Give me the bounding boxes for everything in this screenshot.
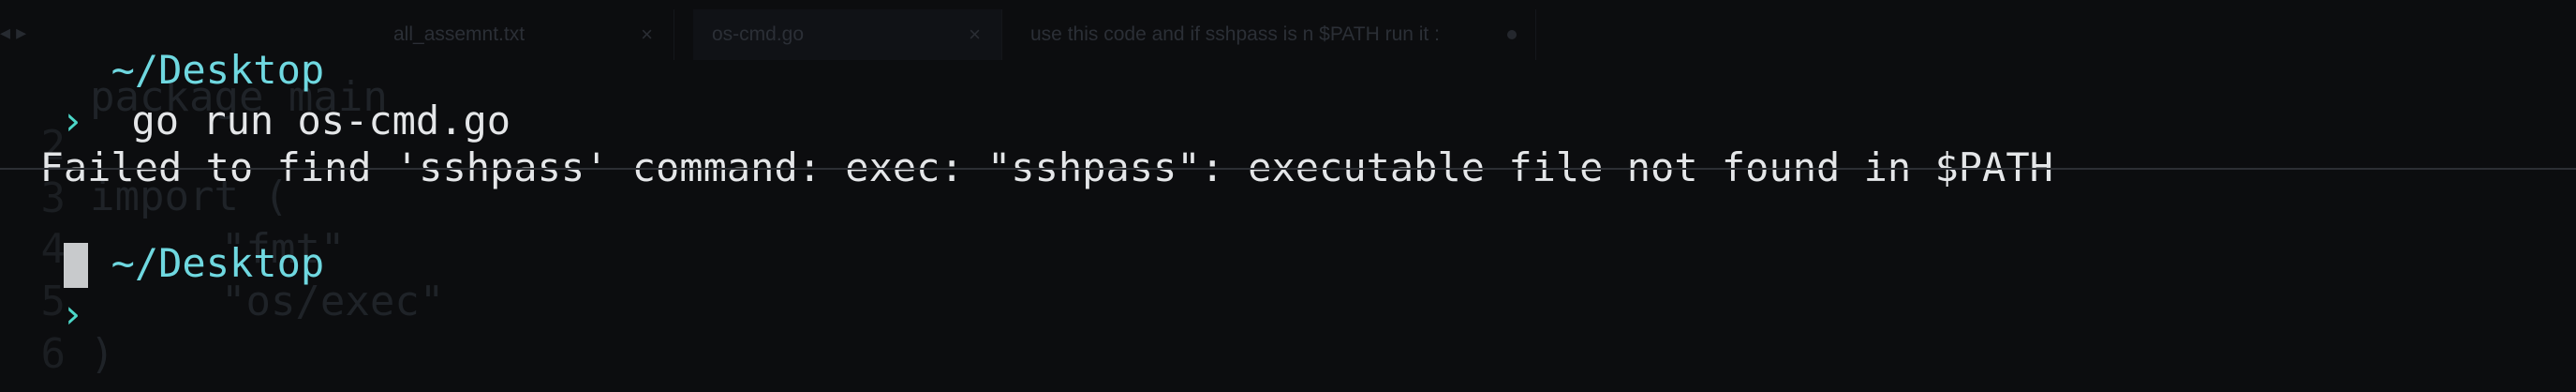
prompt-path-line: ~/Desktop: [64, 193, 325, 287]
close-icon: ×: [969, 23, 981, 46]
prompt-arrow-icon: ›: [60, 291, 84, 337]
unsaved-dot-icon: [1507, 30, 1517, 39]
background-tab-label: use this code and if sshpass is n $PATH …: [1030, 23, 1440, 45]
background-tab-os-cmd: os-cmd.go ×: [693, 9, 1002, 60]
background-tab-chat: use this code and if sshpass is n $PATH …: [1012, 9, 1536, 60]
terminal-cursor[interactable]: [64, 243, 88, 288]
background-tab-label: os-cmd.go: [712, 23, 805, 45]
output-separator: [0, 168, 2576, 170]
error-output-line: Failed to find 'sshpass' command: exec: …: [0, 98, 2053, 191]
code-line: ): [90, 330, 115, 378]
prompt-path: ~/Desktop: [111, 240, 325, 286]
